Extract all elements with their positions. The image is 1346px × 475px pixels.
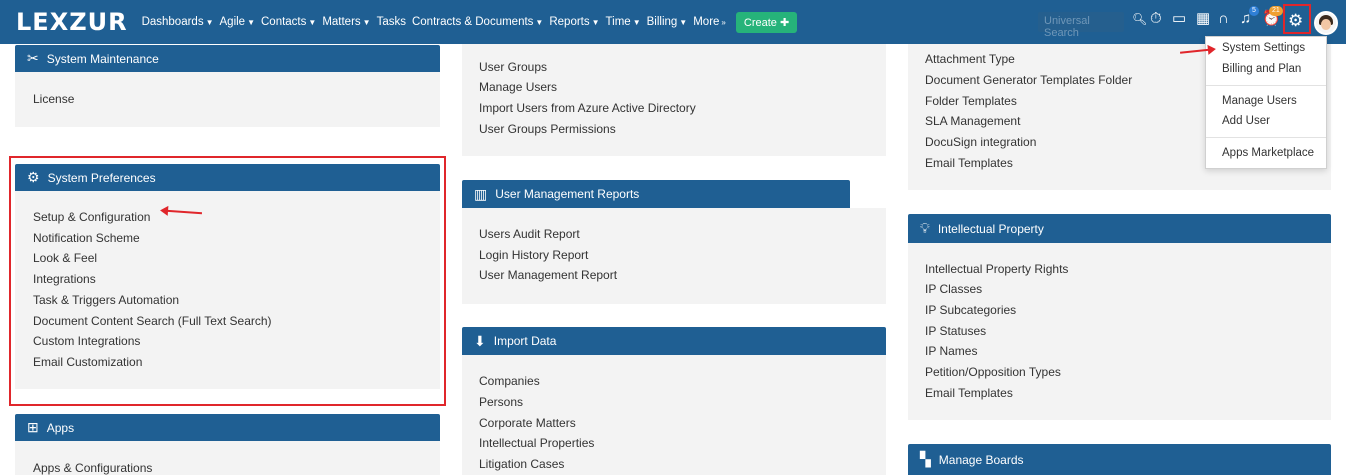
notification-scheme-link[interactable]: Notification Scheme: [33, 231, 140, 245]
ip-rights-link[interactable]: Intellectual Property Rights: [925, 262, 1068, 276]
intellectual-property-header: 💡︎ Intellectual Property: [908, 214, 1331, 243]
nav-dashboards[interactable]: Dashboards ▼: [142, 16, 214, 28]
tools-icon: ✂: [27, 50, 39, 66]
nav-contracts-documents[interactable]: Contracts & Documents ▼: [412, 16, 543, 28]
video-icon[interactable]: ▭: [1172, 11, 1186, 26]
import-persons-link[interactable]: Persons: [479, 395, 523, 409]
settings-dropdown: System Settings Billing and Plan Manage …: [1205, 36, 1327, 169]
apps-header: ⊞ Apps: [15, 414, 440, 441]
gear-icon[interactable]: ⚙: [1288, 12, 1303, 29]
import-corporate-matters-link[interactable]: Corporate Matters: [479, 416, 576, 430]
manage-users-menu-item[interactable]: Manage Users: [1222, 95, 1297, 107]
import-companies-link[interactable]: Companies: [479, 374, 540, 388]
menu-divider: [1206, 85, 1326, 86]
nav-more[interactable]: More»: [693, 16, 726, 28]
task-triggers-link[interactable]: Task & Triggers Automation: [33, 293, 179, 307]
login-history-report-link[interactable]: Login History Report: [479, 248, 588, 262]
system-maintenance-panel: [15, 72, 440, 127]
import-data-header: ⬇ Import Data: [462, 327, 886, 355]
petition-opposition-types-link[interactable]: Petition/Opposition Types: [925, 365, 1061, 379]
user-groups-link[interactable]: User Groups: [479, 60, 547, 74]
add-user-menu-item[interactable]: Add User: [1222, 115, 1270, 127]
nav-matters[interactable]: Matters ▼: [322, 16, 370, 28]
manage-users-link[interactable]: Manage Users: [479, 80, 557, 94]
ip-names-link[interactable]: IP Names: [925, 344, 977, 358]
look-feel-link[interactable]: Look & Feel: [33, 251, 97, 265]
universal-search-input[interactable]: Universal Search: [1038, 12, 1124, 39]
search-icon[interactable]: 🔍︎: [1132, 13, 1147, 25]
create-button[interactable]: Create ✚: [735, 11, 798, 33]
apps-icon: ⊞: [27, 419, 39, 435]
setup-configuration-link[interactable]: Setup & Configuration: [33, 210, 150, 224]
user-management-report-link[interactable]: User Management Report: [479, 268, 617, 282]
email-templates-link[interactable]: Email Templates: [925, 156, 1013, 170]
ip-statuses-link[interactable]: IP Statuses: [925, 324, 986, 338]
sla-management-link[interactable]: SLA Management: [925, 114, 1020, 128]
nav-tasks[interactable]: Tasks: [377, 16, 406, 28]
document-generator-templates-link[interactable]: Document Generator Templates Folder: [925, 73, 1132, 87]
folder-templates-link[interactable]: Folder Templates: [925, 94, 1017, 108]
docusign-integration-link[interactable]: DocuSign integration: [925, 135, 1036, 149]
notification-badge: 5: [1249, 6, 1259, 16]
avatar[interactable]: [1314, 11, 1338, 35]
custom-integrations-link[interactable]: Custom Integrations: [33, 334, 140, 348]
system-maintenance-header: ✂ System Maintenance: [15, 45, 440, 72]
apps-configurations-link[interactable]: Apps & Configurations: [33, 461, 152, 475]
nav-reports[interactable]: Reports ▼: [549, 16, 599, 28]
nav-agile[interactable]: Agile ▼: [220, 16, 256, 28]
user-management-reports-header: ▥ User Management Reports: [462, 180, 850, 208]
integrations-link[interactable]: Integrations: [33, 272, 96, 286]
users-audit-report-link[interactable]: Users Audit Report: [479, 227, 580, 241]
apps-marketplace-menu-item[interactable]: Apps Marketplace: [1222, 147, 1314, 159]
cogs-icon: ⚙: [27, 169, 40, 185]
reminder-badge: 21: [1269, 6, 1283, 16]
import-icon: ⬇: [474, 332, 486, 349]
ip-classes-link[interactable]: IP Classes: [925, 282, 982, 296]
nav-contacts[interactable]: Contacts ▼: [261, 16, 316, 28]
lightbulb-icon: 💡︎: [920, 220, 930, 236]
nav-time[interactable]: Time ▼: [606, 16, 641, 28]
calendar-icon[interactable]: ▦: [1196, 11, 1210, 26]
license-link[interactable]: License: [33, 92, 74, 106]
system-preferences-header: ⚙ System Preferences: [15, 164, 440, 191]
reports-icon: ▥: [474, 185, 488, 202]
nav-billing[interactable]: Billing ▼: [647, 16, 688, 28]
manage-boards-header: ▚ Manage Boards: [908, 444, 1331, 475]
menu-divider: [1206, 137, 1326, 138]
email-customization-link[interactable]: Email Customization: [33, 355, 142, 369]
boards-icon: ▚: [920, 451, 931, 467]
system-settings-menu-item[interactable]: System Settings: [1222, 42, 1305, 54]
billing-plan-menu-item[interactable]: Billing and Plan: [1222, 63, 1301, 75]
import-litigation-cases-link[interactable]: Litigation Cases: [479, 457, 564, 471]
headset-icon[interactable]: ∩: [1218, 11, 1229, 26]
logo[interactable]: LEXZUR: [16, 8, 128, 36]
import-intellectual-properties-link[interactable]: Intellectual Properties: [479, 436, 594, 450]
user-groups-permissions-link[interactable]: User Groups Permissions: [479, 122, 616, 136]
timer-icon[interactable]: ⏱: [1150, 11, 1162, 26]
import-azure-users-link[interactable]: Import Users from Azure Active Directory: [479, 101, 696, 115]
attachment-type-link[interactable]: Attachment Type: [925, 52, 1015, 66]
ip-email-templates-link[interactable]: Email Templates: [925, 386, 1013, 400]
document-content-search-link[interactable]: Document Content Search (Full Text Searc…: [33, 314, 272, 328]
ip-subcategories-link[interactable]: IP Subcategories: [925, 303, 1016, 317]
